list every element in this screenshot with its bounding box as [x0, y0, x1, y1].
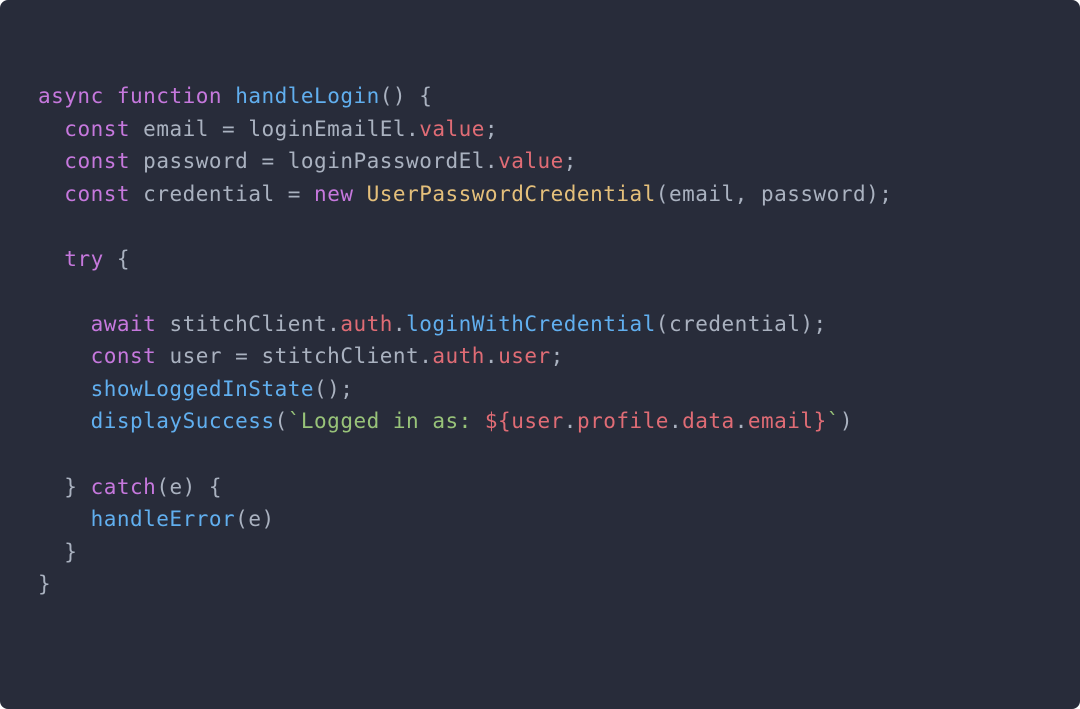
code-token	[104, 84, 117, 108]
code-panel: async function handleLogin() { const ema…	[0, 0, 1080, 709]
code-token: credential	[143, 182, 274, 206]
code-token: =	[209, 117, 248, 141]
code-line: const user = stitchClient.auth.user;	[38, 344, 564, 368]
code-token: showLoggedInState	[91, 377, 314, 401]
code-token	[130, 117, 143, 141]
code-token: =	[248, 149, 287, 173]
code-token: ;	[564, 149, 577, 173]
code-token	[156, 344, 169, 368]
code-token: )	[261, 507, 274, 531]
code-block: async function handleLogin() { const ema…	[38, 80, 1042, 601]
code-token: auth	[432, 344, 485, 368]
code-token: profile	[577, 409, 669, 433]
code-token: `	[827, 409, 840, 433]
code-token: .	[485, 149, 498, 173]
code-token: {	[406, 84, 432, 108]
code-token: =	[275, 182, 314, 206]
code-token: loginEmailEl	[248, 117, 406, 141]
code-token: (	[656, 312, 669, 336]
code-token: ${	[485, 409, 511, 433]
code-line: showLoggedInState();	[38, 377, 353, 401]
code-token: const	[64, 149, 130, 173]
code-token: =	[222, 344, 261, 368]
code-token	[156, 312, 169, 336]
code-token: .	[393, 312, 406, 336]
code-token: )	[840, 409, 853, 433]
code-line: const password = loginPasswordEl.value;	[38, 149, 577, 173]
code-token	[130, 182, 143, 206]
code-token: (	[275, 409, 288, 433]
code-line: } catch(e) {	[38, 475, 222, 499]
code-token: loginWithCredential	[406, 312, 656, 336]
code-token: stitchClient	[169, 312, 327, 336]
code-token	[222, 84, 235, 108]
code-token: .	[669, 409, 682, 433]
code-line: async function handleLogin() {	[38, 84, 432, 108]
code-token: handleError	[91, 507, 236, 531]
code-token: catch	[91, 475, 157, 499]
code-token: handleLogin	[235, 84, 380, 108]
code-token: );	[866, 182, 892, 206]
code-token: e	[169, 475, 182, 499]
code-token: email	[748, 409, 814, 433]
code-line: const email = loginEmailEl.value;	[38, 117, 498, 141]
code-token: (	[656, 182, 669, 206]
code-token: ();	[314, 377, 353, 401]
code-token: }	[38, 572, 51, 596]
code-token: auth	[340, 312, 393, 336]
code-token: email	[143, 117, 209, 141]
code-token: data	[682, 409, 735, 433]
code-token: .	[406, 117, 419, 141]
code-line: displaySuccess(`Logged in as: ${user.pro…	[38, 409, 853, 433]
code-token: user	[498, 344, 551, 368]
code-token	[130, 149, 143, 173]
code-line: }	[38, 540, 77, 564]
code-token: );	[800, 312, 826, 336]
code-token: .	[419, 344, 432, 368]
code-line: try {	[38, 247, 130, 271]
code-token: const	[64, 182, 130, 206]
code-token: .	[735, 409, 748, 433]
code-line: handleError(e)	[38, 507, 275, 531]
code-token: ;	[551, 344, 564, 368]
code-token: }	[814, 409, 827, 433]
code-token	[353, 182, 366, 206]
code-token: user	[169, 344, 222, 368]
code-token: ;	[485, 117, 498, 141]
code-token: value	[419, 117, 485, 141]
code-token: const	[64, 117, 130, 141]
code-token: }	[64, 540, 77, 564]
code-token: loginPasswordEl	[288, 149, 485, 173]
code-token: displaySuccess	[91, 409, 275, 433]
code-token: const	[91, 344, 157, 368]
code-token: ) {	[183, 475, 222, 499]
code-token: email	[669, 182, 735, 206]
code-token: `Logged in as:	[288, 409, 485, 433]
code-token: password	[761, 182, 866, 206]
code-token: .	[327, 312, 340, 336]
code-token: try	[64, 247, 103, 271]
code-token: credential	[669, 312, 800, 336]
code-token: password	[143, 149, 248, 173]
code-token: async	[38, 84, 104, 108]
code-token: new	[314, 182, 353, 206]
code-token: ,	[735, 182, 761, 206]
code-token: .	[564, 409, 577, 433]
code-token: function	[117, 84, 222, 108]
code-line: await stitchClient.auth.loginWithCredent…	[38, 312, 827, 336]
code-token: user	[511, 409, 564, 433]
code-token: value	[498, 149, 564, 173]
code-token: e	[248, 507, 261, 531]
code-line: const credential = new UserPasswordCrede…	[38, 182, 892, 206]
code-token: await	[91, 312, 157, 336]
code-token: .	[485, 344, 498, 368]
code-line: }	[38, 572, 51, 596]
code-token: {	[104, 247, 130, 271]
code-token: UserPasswordCredential	[367, 182, 656, 206]
code-token: stitchClient	[261, 344, 419, 368]
code-token: (	[156, 475, 169, 499]
code-token: ()	[380, 84, 406, 108]
code-token: }	[64, 475, 90, 499]
code-token: (	[235, 507, 248, 531]
